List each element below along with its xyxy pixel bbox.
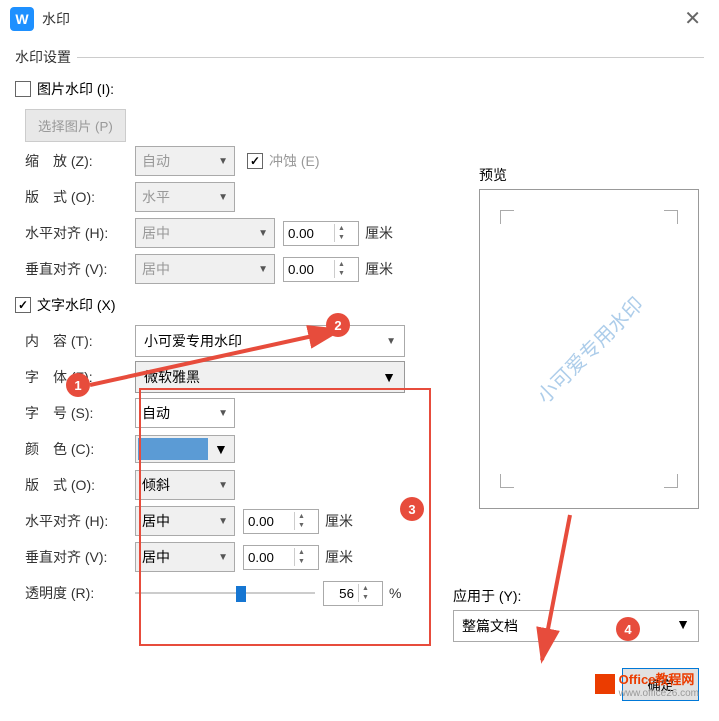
apply-section: 应用于 (Y): 整篇文档 ▼ bbox=[453, 586, 699, 642]
chevron-down-icon[interactable]: ▼ bbox=[214, 441, 228, 457]
color-swatch bbox=[138, 438, 208, 460]
opacity-value[interactable]: ▲▼ bbox=[323, 581, 383, 606]
select-image-button: 选择图片 (P) bbox=[25, 109, 126, 142]
chevron-down-icon[interactable]: ▼ bbox=[218, 516, 228, 527]
unit-label: 厘米 bbox=[365, 223, 393, 243]
chevron-down-icon[interactable]: ▼ bbox=[382, 369, 396, 385]
scale-label: 缩 放 (Z): bbox=[15, 151, 135, 171]
unit-label: 厘米 bbox=[325, 547, 353, 567]
image-watermark-row: 图片水印 (I): bbox=[15, 75, 704, 103]
annotation-badge-4: 4 bbox=[616, 617, 640, 641]
image-watermark-checkbox[interactable] bbox=[15, 81, 31, 97]
txt-halign-label: 水平对齐 (H): bbox=[15, 511, 135, 531]
chevron-down-icon: ▼ bbox=[218, 192, 228, 203]
content-label: 内 容 (T): bbox=[15, 331, 135, 351]
unit-label: 厘米 bbox=[325, 511, 353, 531]
text-watermark-label: 文字水印 (X) bbox=[37, 295, 116, 315]
preview-box: 小可爱专用水印 bbox=[479, 189, 699, 509]
txt-layout-select[interactable]: 倾斜 ▼ bbox=[135, 470, 235, 500]
section-title: 水印设置 bbox=[15, 47, 71, 67]
preview-watermark-text: 小可爱专用水印 bbox=[529, 289, 649, 409]
size-label: 字 号 (S): bbox=[15, 403, 135, 423]
apply-select[interactable]: 整篇文档 ▼ bbox=[453, 610, 699, 642]
content-input[interactable]: 小可爱专用水印 ▼ bbox=[135, 325, 405, 357]
txt-valign-offset[interactable]: ▲▼ bbox=[243, 545, 319, 570]
img-halign-label: 水平对齐 (H): bbox=[15, 223, 135, 243]
txt-valign-select[interactable]: 居中 ▼ bbox=[135, 542, 235, 572]
img-valign-offset: ▲▼ bbox=[283, 257, 359, 282]
opacity-label: 透明度 (R): bbox=[15, 583, 135, 603]
divider bbox=[77, 57, 704, 58]
font-select[interactable]: 微软雅黑 ▼ bbox=[135, 361, 405, 393]
chevron-down-icon[interactable]: ▼ bbox=[218, 552, 228, 563]
apply-label: 应用于 (Y): bbox=[453, 586, 699, 606]
washout-checkbox bbox=[247, 153, 263, 169]
preview-panel: 预览 小可爱专用水印 bbox=[479, 165, 699, 509]
annotation-badge-2: 2 bbox=[326, 313, 350, 337]
close-button[interactable]: ✕ bbox=[676, 6, 709, 31]
percent-label: % bbox=[389, 585, 401, 601]
img-valign-label: 垂直对齐 (V): bbox=[15, 259, 135, 279]
washout-label: 冲蚀 (E) bbox=[269, 151, 320, 171]
annotation-badge-3: 3 bbox=[400, 497, 424, 521]
txt-halign-offset[interactable]: ▲▼ bbox=[243, 509, 319, 534]
size-select[interactable]: 自动 ▼ bbox=[135, 398, 235, 428]
branding-name: Office教程网 bbox=[619, 669, 699, 688]
img-halign-offset: ▲▼ bbox=[283, 221, 359, 246]
txt-valign-label: 垂直对齐 (V): bbox=[15, 547, 135, 567]
chevron-down-icon: ▼ bbox=[258, 264, 268, 275]
preview-label: 预览 bbox=[479, 165, 699, 185]
img-layout-label: 版 式 (O): bbox=[15, 187, 135, 207]
image-watermark-label: 图片水印 (I): bbox=[37, 79, 114, 99]
color-label: 颜 色 (C): bbox=[15, 439, 135, 459]
img-valign-select: 居中 ▼ bbox=[135, 254, 275, 284]
office-logo-icon bbox=[595, 674, 615, 694]
chevron-down-icon[interactable]: ▼ bbox=[218, 408, 228, 419]
scale-select: 自动 ▼ bbox=[135, 146, 235, 176]
chevron-down-icon: ▼ bbox=[218, 156, 228, 167]
app-icon: W bbox=[10, 7, 34, 31]
chevron-down-icon: ▼ bbox=[258, 228, 268, 239]
title-bar: W 水印 ✕ bbox=[0, 0, 719, 37]
chevron-down-icon[interactable]: ▼ bbox=[386, 336, 396, 347]
chevron-down-icon[interactable]: ▼ bbox=[676, 616, 690, 636]
opacity-slider[interactable] bbox=[135, 583, 315, 603]
branding-url: www.office26.com bbox=[619, 688, 699, 699]
annotation-badge-1: 1 bbox=[66, 373, 90, 397]
chevron-down-icon[interactable]: ▼ bbox=[218, 480, 228, 491]
img-halign-select: 居中 ▼ bbox=[135, 218, 275, 248]
text-watermark-checkbox[interactable] bbox=[15, 297, 31, 313]
unit-label: 厘米 bbox=[365, 259, 393, 279]
txt-layout-label: 版 式 (O): bbox=[15, 475, 135, 495]
img-layout-select: 水平 ▼ bbox=[135, 182, 235, 212]
color-select[interactable]: ▼ bbox=[135, 435, 235, 463]
window-title: 水印 bbox=[42, 9, 676, 29]
branding-watermark: Office教程网 www.office26.com bbox=[595, 669, 699, 699]
txt-halign-select[interactable]: 居中 ▼ bbox=[135, 506, 235, 536]
